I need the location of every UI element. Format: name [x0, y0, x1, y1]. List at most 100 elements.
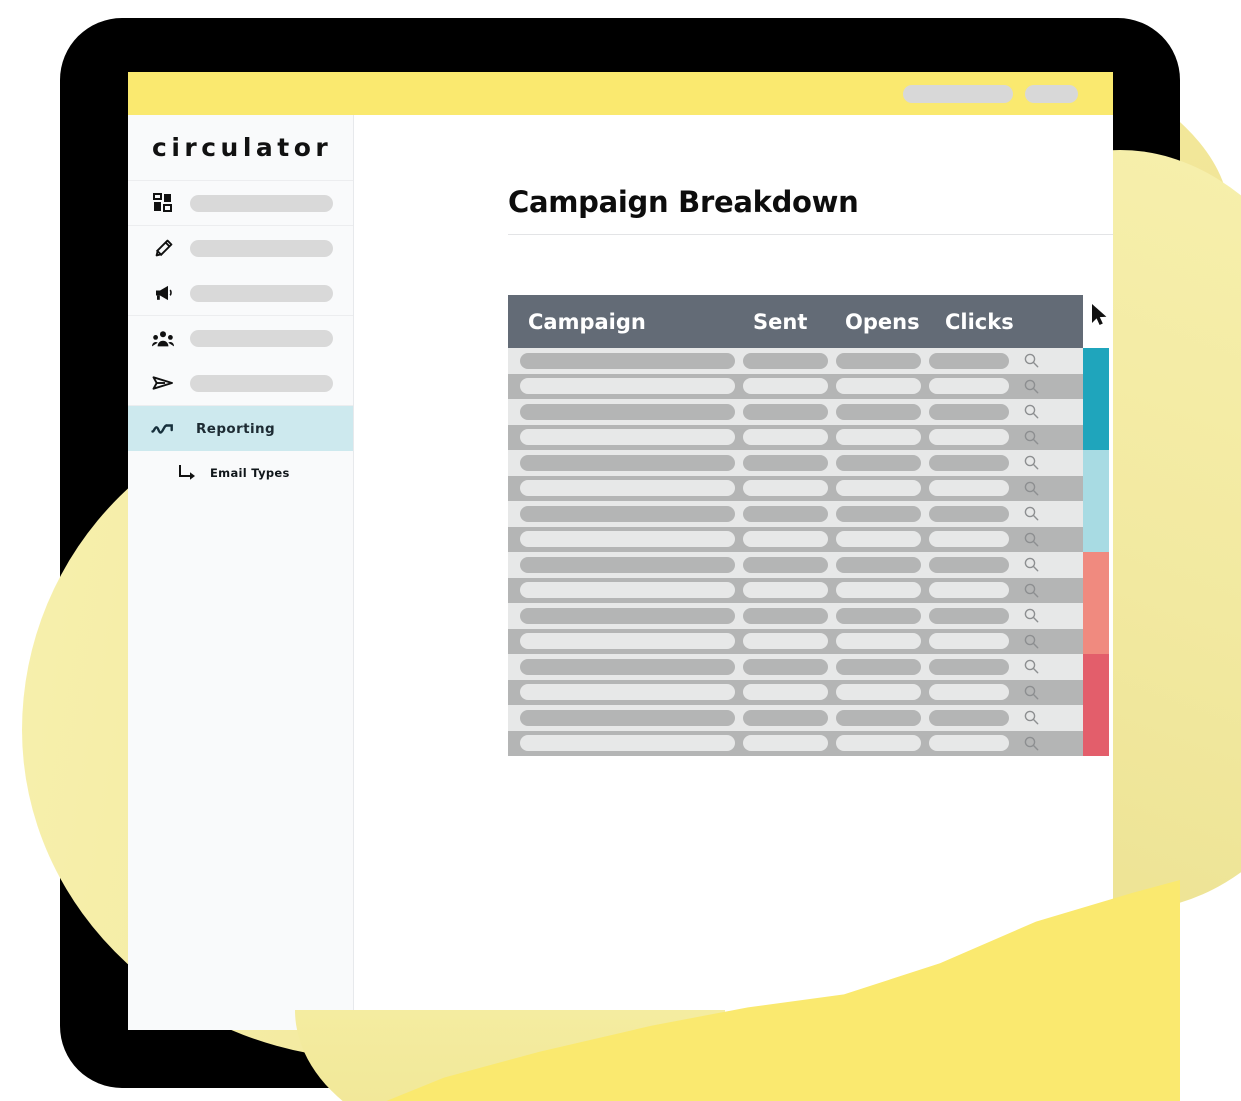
sidebar-item-dashboard[interactable]: [128, 181, 353, 226]
cell-value-placeholder: [836, 658, 921, 675]
cell-value-placeholder: [520, 607, 735, 624]
cell-value-placeholder: [929, 531, 1009, 548]
table-row[interactable]: [508, 654, 1083, 680]
cell-value-placeholder: [743, 709, 828, 726]
table-cell-clicks: [921, 709, 1009, 726]
table-cell-opens: [828, 531, 921, 548]
segment-bar-welcome[interactable]: [1083, 348, 1109, 450]
titlebar-pill-primary[interactable]: [903, 85, 1013, 103]
segment-bar-cross-sell[interactable]: [1083, 552, 1109, 654]
magnifier-icon[interactable]: [1009, 454, 1054, 471]
table-cell-clicks: [921, 429, 1009, 446]
table-row[interactable]: [508, 679, 1083, 705]
column-header-sent[interactable]: Sent: [753, 310, 845, 334]
sidebar-item-label: Reporting: [196, 420, 276, 437]
cell-value-placeholder: [929, 505, 1009, 522]
magnifier-icon[interactable]: [1009, 684, 1054, 701]
table-row[interactable]: [508, 424, 1083, 450]
cell-value-placeholder: [836, 480, 921, 497]
table-cell-sent: [735, 709, 828, 726]
cell-value-placeholder: [929, 607, 1009, 624]
table-cell-clicks: [921, 684, 1009, 701]
sidebar-item-compose[interactable]: [128, 226, 353, 271]
cell-value-placeholder: [743, 684, 828, 701]
cell-value-placeholder: [929, 709, 1009, 726]
table-cell-sent: [735, 684, 828, 701]
column-header-campaign[interactable]: Campaign: [528, 310, 753, 334]
cell-value-placeholder: [743, 556, 828, 573]
segment-bar-onboarding[interactable]: [1083, 450, 1109, 552]
magnifier-icon[interactable]: [1009, 633, 1054, 650]
line-chart-icon: [150, 417, 176, 441]
table-row[interactable]: [508, 577, 1083, 603]
magnifier-icon[interactable]: [1009, 403, 1054, 420]
sidebar-item-campaigns[interactable]: [128, 271, 353, 316]
magnifier-icon[interactable]: [1009, 556, 1054, 573]
table-row[interactable]: [508, 373, 1083, 399]
titlebar-pill-secondary[interactable]: [1025, 85, 1078, 103]
table-row[interactable]: [508, 705, 1083, 731]
table-cell-opens: [828, 607, 921, 624]
table-cell-sent: [735, 505, 828, 522]
cell-value-placeholder: [520, 633, 735, 650]
table-row[interactable]: [508, 501, 1083, 527]
table-row[interactable]: [508, 730, 1083, 756]
cell-value-placeholder: [836, 352, 921, 369]
cell-value-placeholder: [520, 480, 735, 497]
window-titlebar: [128, 72, 1113, 115]
table-row[interactable]: [508, 603, 1083, 629]
sidebar-item-audience[interactable]: [128, 316, 353, 361]
table-cell-clicks: [921, 352, 1009, 369]
table-row[interactable]: [508, 475, 1083, 501]
magnifier-icon[interactable]: [1009, 378, 1054, 395]
table-row[interactable]: [508, 552, 1083, 578]
brand-name: circulator: [152, 133, 333, 162]
table-cell-opens: [828, 352, 921, 369]
table-row[interactable]: [508, 526, 1083, 552]
cell-value-placeholder: [520, 658, 735, 675]
table-cell-sent: [735, 454, 828, 471]
people-group-icon: [150, 327, 176, 351]
table-cell-sent: [735, 582, 828, 599]
table-cell-clicks: [921, 505, 1009, 522]
table-row[interactable]: [508, 628, 1083, 654]
table-cell-clicks: [921, 582, 1009, 599]
cell-value-placeholder: [836, 403, 921, 420]
magnifier-icon[interactable]: [1009, 352, 1054, 369]
cell-value-placeholder: [836, 684, 921, 701]
dashboard-grid-icon: [150, 191, 176, 215]
magnifier-icon[interactable]: [1009, 658, 1054, 675]
cell-value-placeholder: [743, 454, 828, 471]
cell-value-placeholder: [836, 378, 921, 395]
column-header-clicks[interactable]: Clicks: [945, 310, 1035, 334]
cell-value-placeholder: [929, 378, 1009, 395]
magnifier-icon[interactable]: [1009, 531, 1054, 548]
sidebar-item-reporting[interactable]: Reporting: [128, 406, 353, 451]
cell-value-placeholder: [836, 709, 921, 726]
magnifier-icon[interactable]: [1009, 480, 1054, 497]
magnifier-icon[interactable]: [1009, 735, 1054, 752]
table-row[interactable]: [508, 348, 1083, 374]
column-header-opens[interactable]: Opens: [845, 310, 945, 334]
magnifier-icon[interactable]: [1009, 709, 1054, 726]
sidebar-item-send[interactable]: [128, 361, 353, 406]
table-row[interactable]: [508, 399, 1083, 425]
sidebar-subitem-email-types[interactable]: Email Types: [128, 451, 353, 495]
magnifier-icon[interactable]: [1009, 429, 1054, 446]
cell-value-placeholder: [836, 582, 921, 599]
cell-value-placeholder: [743, 352, 828, 369]
cell-value-placeholder: [836, 633, 921, 650]
magnifier-icon[interactable]: [1009, 582, 1054, 599]
table-cell-sent: [735, 633, 828, 650]
segment-bar-quotations[interactable]: [1083, 654, 1109, 756]
table-cell-opens: [828, 505, 921, 522]
cell-value-placeholder: [743, 633, 828, 650]
table-row[interactable]: [508, 450, 1083, 476]
sidebar-item-placeholder: [190, 330, 333, 347]
table-cell-clicks: [921, 480, 1009, 497]
table-cell-clicks: [921, 403, 1009, 420]
cell-value-placeholder: [520, 684, 735, 701]
magnifier-icon[interactable]: [1009, 607, 1054, 624]
magnifier-icon[interactable]: [1009, 505, 1054, 522]
table-cell-clicks: [921, 531, 1009, 548]
